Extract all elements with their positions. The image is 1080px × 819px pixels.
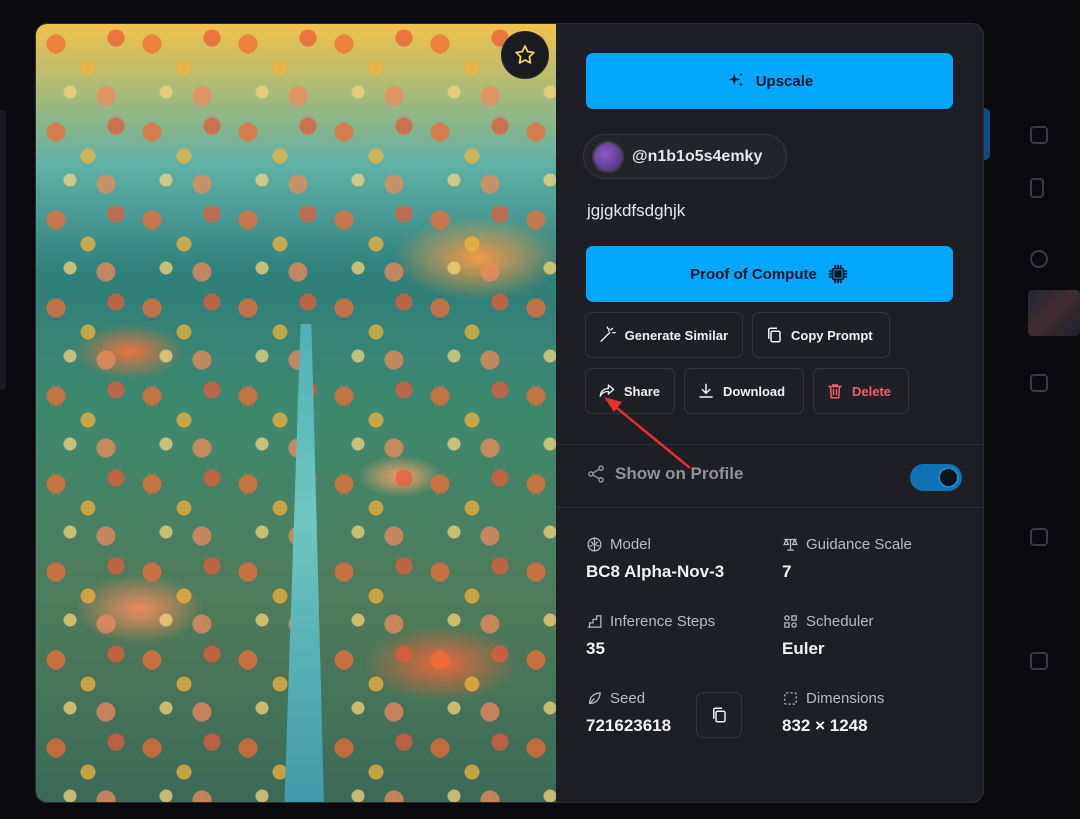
copy-prompt-button[interactable]: Copy Prompt bbox=[752, 312, 890, 358]
seed-value: 721623618 bbox=[586, 716, 672, 735]
chip-icon bbox=[828, 264, 847, 284]
seed-icon bbox=[588, 692, 601, 705]
avatar bbox=[592, 140, 624, 173]
copy-seed-button[interactable] bbox=[696, 692, 742, 738]
image-info-panel: Upscale @n1b1o5s4emky jgjgkdfsdghjk Proo… bbox=[556, 24, 983, 802]
background-circle-icon bbox=[1030, 250, 1048, 268]
star-icon bbox=[515, 45, 535, 64]
toggle-knob bbox=[938, 467, 959, 488]
share-icon bbox=[599, 384, 615, 397]
divider bbox=[556, 507, 983, 508]
share-nodes-icon bbox=[588, 465, 604, 483]
model-value: BC8 Alpha-Nov-3 bbox=[586, 562, 725, 581]
copy-prompt-label: Copy Prompt bbox=[791, 327, 873, 343]
dimensions-value: 832 × 1248 bbox=[782, 716, 868, 735]
background-thumbnail bbox=[1028, 290, 1080, 336]
scale-icon bbox=[783, 537, 798, 551]
proof-of-compute-button[interactable]: Proof of Compute bbox=[586, 246, 953, 302]
guidance-scale-label: Guidance Scale bbox=[806, 536, 912, 553]
prompt-text: jgjgkdfsdghjk bbox=[587, 201, 686, 220]
background-image-icon bbox=[1030, 374, 1048, 392]
guidance-scale-value: 7 bbox=[782, 562, 792, 581]
copy-icon bbox=[768, 327, 781, 343]
upscale-label: Upscale bbox=[755, 72, 814, 90]
image-detail-modal: Upscale @n1b1o5s4emky jgjgkdfsdghjk Proo… bbox=[35, 23, 984, 803]
scheduler-icon bbox=[784, 615, 797, 628]
download-label: Download bbox=[723, 383, 786, 399]
magic-wand-icon bbox=[600, 326, 616, 342]
creator-chip[interactable]: @n1b1o5s4emky bbox=[583, 134, 787, 179]
guidance-scale-field: Guidance Scale 7 bbox=[782, 536, 912, 582]
share-button[interactable]: Share bbox=[585, 368, 675, 414]
divider bbox=[556, 444, 983, 445]
show-on-profile-toggle[interactable] bbox=[910, 464, 962, 491]
scheduler-value: Euler bbox=[782, 639, 825, 658]
dimensions-label: Dimensions bbox=[806, 690, 885, 707]
background-item bbox=[1030, 126, 1048, 144]
favorite-button[interactable] bbox=[501, 31, 549, 79]
model-field: Model BC8 Alpha-Nov-3 bbox=[586, 536, 724, 582]
inference-steps-label: Inference Steps bbox=[610, 613, 716, 630]
inference-steps-value: 35 bbox=[586, 639, 605, 658]
generate-similar-label: Generate Similar bbox=[624, 327, 728, 343]
download-icon bbox=[699, 383, 713, 398]
show-on-profile-row: Show on Profile bbox=[586, 464, 743, 484]
copy-icon bbox=[713, 707, 726, 723]
upscale-button[interactable]: Upscale bbox=[586, 53, 953, 109]
background-item bbox=[1030, 374, 1048, 392]
sparkles-icon bbox=[728, 72, 744, 87]
dimensions-icon bbox=[784, 692, 797, 705]
show-on-profile-label: Show on Profile bbox=[615, 464, 744, 483]
background-square-icon bbox=[1030, 126, 1048, 144]
dimensions-field: Dimensions 832 × 1248 bbox=[782, 690, 884, 736]
delete-label: Delete bbox=[852, 383, 892, 399]
background-sidebar bbox=[1000, 0, 1080, 819]
background-item bbox=[1030, 250, 1048, 268]
seed-label: Seed bbox=[610, 690, 646, 707]
generate-similar-button[interactable]: Generate Similar bbox=[585, 312, 743, 358]
download-button[interactable]: Download bbox=[684, 368, 804, 414]
delete-button[interactable]: Delete bbox=[813, 368, 909, 414]
scheduler-label: Scheduler bbox=[806, 613, 874, 630]
inference-steps-field: Inference Steps 35 bbox=[586, 613, 715, 659]
scheduler-field: Scheduler Euler bbox=[782, 613, 874, 659]
trash-icon bbox=[828, 384, 842, 399]
background-image-icon bbox=[1030, 652, 1048, 670]
steps-icon bbox=[587, 615, 602, 628]
creator-handle: @n1b1o5s4emky bbox=[632, 147, 763, 165]
background-chat-icon bbox=[1030, 528, 1048, 546]
background-phone-icon bbox=[1030, 178, 1044, 198]
generated-image bbox=[36, 24, 556, 802]
seed-field: Seed 721623618 bbox=[586, 690, 671, 736]
model-label: Model bbox=[610, 536, 651, 553]
brain-icon bbox=[587, 537, 602, 552]
proof-of-compute-label: Proof of Compute bbox=[690, 265, 817, 283]
background-item bbox=[1030, 178, 1044, 198]
background-item bbox=[1030, 652, 1048, 670]
share-label: Share bbox=[623, 383, 660, 399]
background-item bbox=[1030, 528, 1048, 546]
background-panel-edge bbox=[0, 110, 6, 390]
